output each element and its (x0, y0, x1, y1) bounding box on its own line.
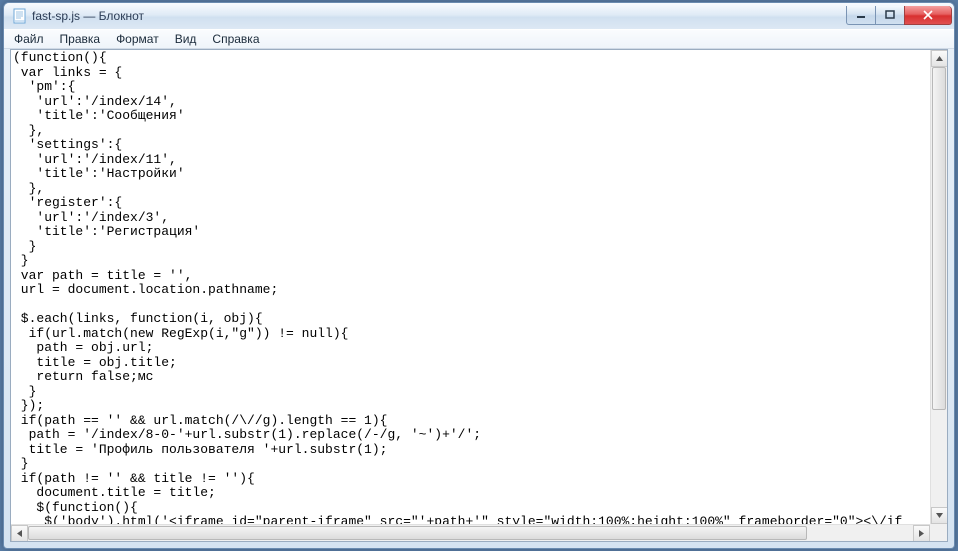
menu-format[interactable]: Формат (108, 29, 167, 49)
vertical-scroll-track[interactable] (931, 67, 947, 507)
horizontal-scroll-thumb[interactable] (28, 526, 807, 540)
scroll-up-button[interactable] (931, 50, 947, 67)
window-title: fast-sp.js — Блокнот (32, 9, 847, 23)
vertical-scroll-thumb[interactable] (932, 67, 946, 410)
notepad-window: fast-sp.js — Блокнот Файл Правка Формат … (3, 2, 955, 549)
horizontal-scroll-track[interactable] (28, 525, 913, 541)
horizontal-scrollbar[interactable] (11, 524, 930, 541)
menubar: Файл Правка Формат Вид Справка (4, 29, 954, 49)
titlebar[interactable]: fast-sp.js — Блокнот (4, 3, 954, 29)
scroll-left-button[interactable] (11, 525, 28, 542)
scroll-right-button[interactable] (913, 525, 930, 542)
scroll-corner (930, 524, 947, 541)
close-button[interactable] (904, 6, 952, 25)
client-area: (function(){ var links = { 'pm':{ 'url':… (10, 49, 948, 542)
window-controls (847, 6, 952, 25)
vertical-scrollbar[interactable] (930, 50, 947, 524)
minimize-button[interactable] (846, 6, 876, 25)
notepad-icon (12, 8, 28, 24)
scroll-down-button[interactable] (931, 507, 947, 524)
maximize-button[interactable] (875, 6, 905, 25)
menu-view[interactable]: Вид (167, 29, 205, 49)
menu-help[interactable]: Справка (204, 29, 267, 49)
menu-file[interactable]: Файл (6, 29, 52, 49)
text-area[interactable]: (function(){ var links = { 'pm':{ 'url':… (11, 50, 930, 524)
menu-edit[interactable]: Правка (52, 29, 109, 49)
